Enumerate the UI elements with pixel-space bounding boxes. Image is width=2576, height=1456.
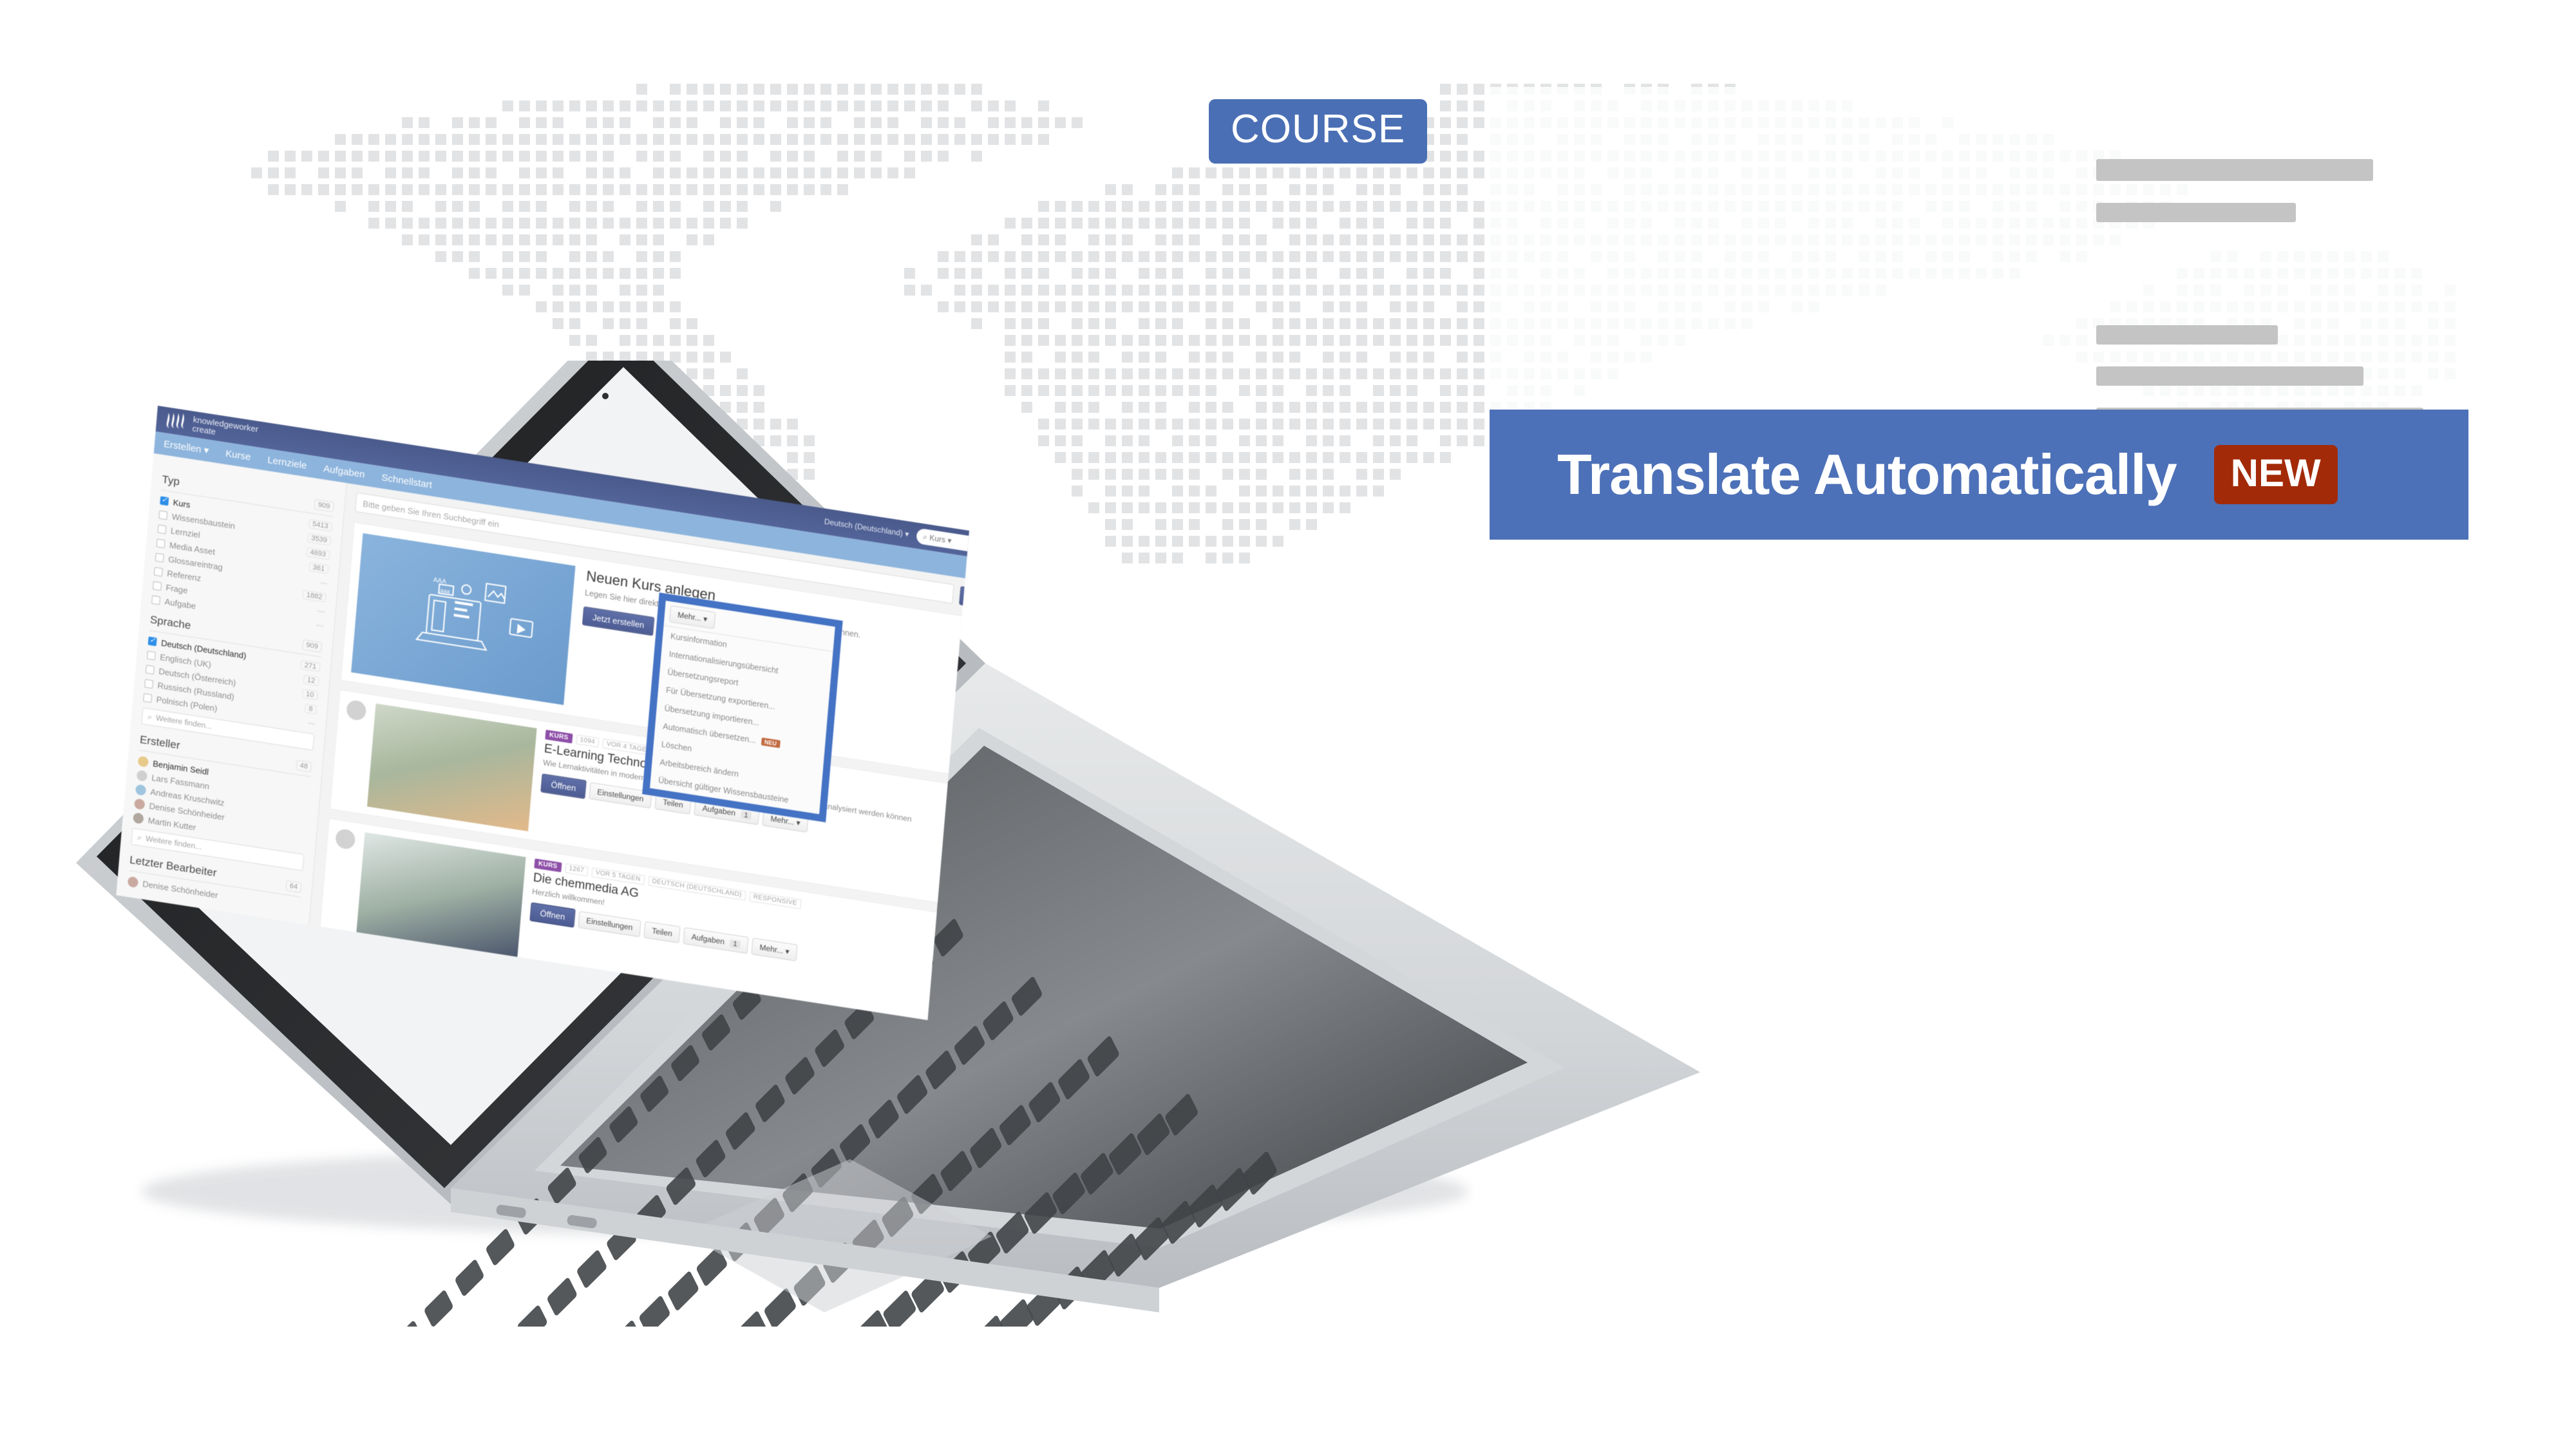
nav-item-schnellstart[interactable]: Schnellstart xyxy=(381,472,433,491)
search-icon: ⌕ xyxy=(137,832,142,842)
search-icon: ⌕ xyxy=(922,531,928,542)
avatar xyxy=(127,876,139,888)
language-selector[interactable]: Deutsch (Deutschland) ▾ xyxy=(824,517,909,539)
checkbox-icon[interactable] xyxy=(147,636,157,647)
avatar xyxy=(335,827,356,851)
nav-item-aufgaben[interactable]: Aufgaben xyxy=(323,463,366,480)
open-button[interactable]: Öffnen xyxy=(529,902,576,928)
avatar xyxy=(134,798,146,810)
avatar xyxy=(133,812,144,824)
nav-item-kurse[interactable]: Kurse xyxy=(225,448,251,462)
tag-id: 1267 xyxy=(564,863,589,876)
checkbox-icon[interactable] xyxy=(144,679,154,689)
create-course-button[interactable]: Jetzt erstellen xyxy=(582,606,655,636)
course-thumbnail xyxy=(366,703,537,831)
checkbox-icon[interactable] xyxy=(157,524,167,534)
checkbox-icon[interactable] xyxy=(151,595,161,605)
tag-type: KURS xyxy=(545,730,573,744)
knowledgeworker-logo-icon xyxy=(166,413,184,429)
checkbox-icon[interactable] xyxy=(153,567,163,577)
avatar xyxy=(136,770,148,782)
placeholder-bar xyxy=(2096,325,2278,345)
checkbox-icon[interactable] xyxy=(155,553,164,563)
course-badge: COURSE xyxy=(1209,99,1428,164)
checkbox-icon[interactable] xyxy=(143,693,153,703)
banner-title: Translate Automatically xyxy=(1557,442,2177,506)
settings-button[interactable]: Einstellungen xyxy=(578,911,641,937)
svg-text:AAA: AAA xyxy=(433,577,446,586)
placeholder-bar xyxy=(2096,366,2363,386)
tasks-count: 1 xyxy=(729,939,741,949)
checkbox-icon[interactable] xyxy=(146,650,156,661)
course-creation-illustration: aaa AAA xyxy=(415,577,534,651)
checkbox-icon[interactable] xyxy=(152,581,162,591)
checkbox-icon[interactable] xyxy=(160,496,169,506)
new-badge: NEW xyxy=(2213,445,2338,504)
tag-id: 1094 xyxy=(575,734,600,748)
neu-badge: NEU xyxy=(761,737,781,748)
tasks-button[interactable]: Aufgaben 1 xyxy=(683,927,749,954)
nav-item-lernziele[interactable]: Lernziele xyxy=(267,454,307,471)
more-button[interactable]: Mehr... ▾ xyxy=(751,937,798,961)
promo-illustration: aaa AAA xyxy=(351,533,576,705)
tag-type: KURS xyxy=(534,858,562,873)
more-context-menu[interactable]: Mehr... ▾ Kursinformation Internationali… xyxy=(642,592,843,823)
share-button[interactable]: Teilen xyxy=(643,920,681,943)
avatar xyxy=(137,755,149,768)
search-icon: ⌕ xyxy=(147,712,153,722)
avatar xyxy=(135,784,147,796)
avatar xyxy=(346,699,367,722)
translate-banner: Translate Automatically NEW xyxy=(1490,410,2468,540)
checkbox-icon[interactable] xyxy=(158,510,168,520)
placeholder-bar xyxy=(2096,159,2373,181)
checkbox-icon[interactable] xyxy=(156,538,166,549)
nav-item-erstellen[interactable]: Erstellen ▾ xyxy=(163,438,209,457)
checkbox-icon[interactable] xyxy=(145,665,155,675)
placeholder-bar xyxy=(2096,203,2296,222)
open-button[interactable]: Öffnen xyxy=(540,773,587,799)
tasks-count: 1 xyxy=(740,810,752,820)
